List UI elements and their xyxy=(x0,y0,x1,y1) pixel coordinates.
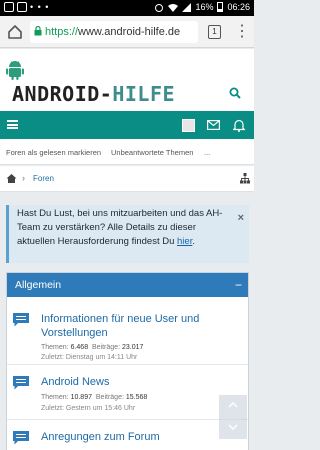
threads-label: Themen: xyxy=(41,344,69,351)
notice-link[interactable]: hier xyxy=(177,236,192,247)
posts-count: 15.568 xyxy=(125,394,148,401)
notice-banner: Hast Du Lust, bei uns mitzuarbeiten und … xyxy=(6,205,249,263)
forum-chat-icon xyxy=(13,431,29,445)
forum-node[interactable]: Informationen für neue User und Vorstell… xyxy=(7,297,248,365)
logo-text-android: ANDROID- xyxy=(12,82,113,106)
forum-category-block: Allgemein − Informationen für neue User … xyxy=(6,272,249,450)
more-notifications: • • • xyxy=(30,2,50,12)
threads-count: 10.897 xyxy=(70,394,92,401)
alarm-icon xyxy=(155,3,164,12)
breadcrumb-separator: › xyxy=(22,173,25,183)
browser-menu-icon[interactable]: ⋮ xyxy=(234,23,250,41)
chevron-up-icon xyxy=(228,401,238,431)
subnav-more-link[interactable]: ... xyxy=(204,148,210,157)
threads-count: 6.468 xyxy=(70,344,89,351)
forum-chat-icon xyxy=(13,376,29,390)
forum-node-title[interactable]: Android News xyxy=(41,375,241,389)
sub-navigation: Foren als gelesen markieren Unbeantworte… xyxy=(0,139,254,165)
forum-node-title[interactable]: Anregungen zum Forum xyxy=(41,430,241,444)
sitemap-icon[interactable] xyxy=(240,173,250,184)
clock: 06:26 xyxy=(227,2,250,12)
bell-icon[interactable] xyxy=(233,119,245,132)
posts-label: Beiträge: xyxy=(95,394,124,401)
status-bar: • • • 16% 06:26 xyxy=(0,0,254,16)
inbox-icon[interactable] xyxy=(207,120,220,130)
url-host: www.android-hilfe.de xyxy=(78,26,181,38)
user-avatar[interactable] xyxy=(182,119,195,132)
site-header: ANDROID-HILFE xyxy=(0,49,254,111)
category-header[interactable]: Allgemein − xyxy=(7,273,248,297)
forum-node[interactable]: Android News Themen: 10.897 Beiträge: 15… xyxy=(7,365,248,420)
mail-notification-icon xyxy=(17,2,27,12)
battery-icon xyxy=(217,2,224,12)
logo-text-hilfe: HILFE xyxy=(112,82,176,106)
android-robot-icon[interactable] xyxy=(6,59,24,81)
battery-percent: 16% xyxy=(195,2,214,12)
main-navbar xyxy=(0,111,254,139)
posts-count: 23.017 xyxy=(121,344,144,351)
signal-icon xyxy=(182,2,192,12)
browser-toolbar: https://www.android-hilfe.de 1 ⋮ xyxy=(0,16,254,48)
breadcrumb: › Foren xyxy=(0,166,254,192)
url-scheme: https:// xyxy=(45,26,79,38)
address-bar[interactable]: https://www.android-hilfe.de xyxy=(30,21,198,43)
unanswered-threads-link[interactable]: Unbeantwortete Themen xyxy=(111,148,193,157)
last-post-info[interactable]: Zuletzt: Dienstag um 14:11 Uhr xyxy=(41,354,137,361)
lock-icon xyxy=(34,25,42,39)
notice-text-end: . xyxy=(192,236,195,247)
site-logo[interactable]: ANDROID-HILFE xyxy=(12,82,175,106)
forum-chat-icon xyxy=(13,313,29,327)
forum-node[interactable]: Anregungen zum Forum xyxy=(7,420,248,450)
forum-node-stats: Themen: 10.897 Beiträge: 15.568 xyxy=(41,394,147,401)
image-notification-icon xyxy=(4,2,14,12)
mark-forums-read-link[interactable]: Foren als gelesen markieren xyxy=(6,148,101,157)
last-post-info[interactable]: Zuletzt: Gestern um 15:46 Uhr xyxy=(41,405,135,412)
collapse-icon[interactable]: − xyxy=(235,273,242,297)
forum-node-title[interactable]: Informationen für neue User und Vorstell… xyxy=(41,312,241,340)
home-icon[interactable] xyxy=(6,173,17,184)
scroll-to-top-button[interactable] xyxy=(219,395,247,439)
category-title: Allgemein xyxy=(15,279,62,291)
close-icon[interactable]: × xyxy=(238,211,244,225)
wifi-icon xyxy=(168,3,179,12)
threads-label: Themen: xyxy=(41,394,69,401)
tab-switcher-button[interactable]: 1 xyxy=(208,25,221,39)
search-icon[interactable] xyxy=(229,87,241,99)
forum-node-stats: Themen: 6.468 Beiträge: 23.017 xyxy=(41,344,143,351)
home-icon[interactable] xyxy=(6,23,24,41)
hamburger-menu-icon[interactable] xyxy=(7,120,18,129)
posts-label: Beiträge: xyxy=(92,344,121,351)
breadcrumb-forums-link[interactable]: Foren xyxy=(33,174,54,183)
